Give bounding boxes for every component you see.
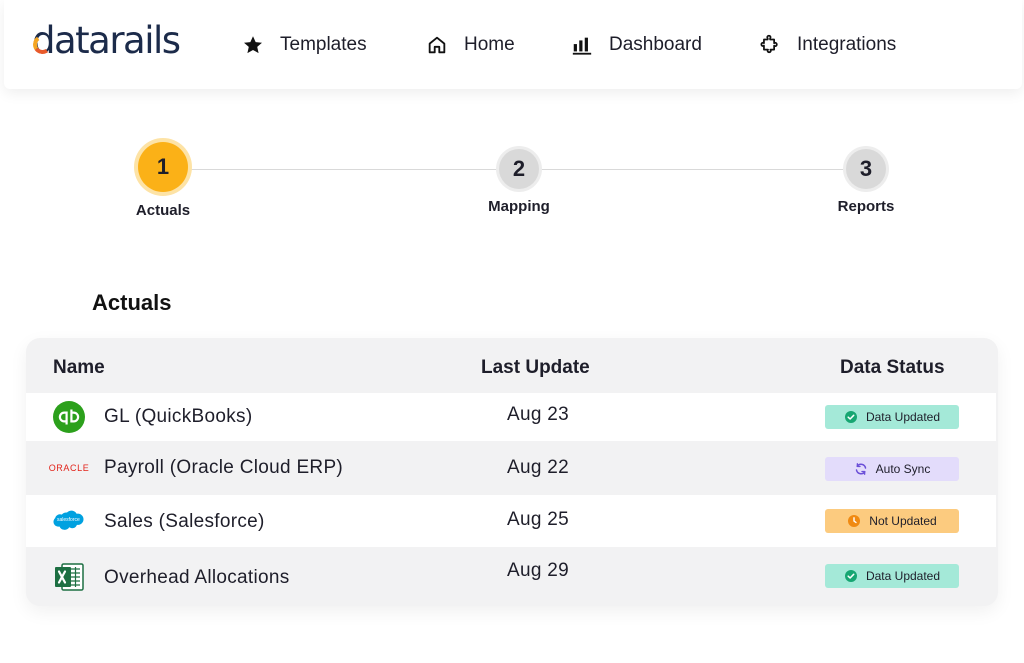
salesforce-logo: salesforce [53,509,87,533]
salesforce-logo-text: salesforce [57,517,80,523]
step-number-badge: 1 [138,142,188,192]
status-text: Not Updated [869,514,937,528]
progress-stepper: 1 Actuals 2 Mapping 3 Reports [0,140,1024,230]
table-row[interactable]: ORACLE Payroll (Oracle Cloud ERP) Aug 22… [26,441,996,495]
row-name: GL (QuickBooks) [104,406,253,427]
step-mapping[interactable]: 2 Mapping [474,149,564,215]
row-last-update: Aug 22 [507,457,570,478]
step-label: Actuals [135,202,191,219]
check-circle-icon [844,411,857,423]
oracle-logo: ORACLE [44,458,94,478]
table-header: Name Last Update Data Status [26,338,998,393]
status-badge[interactable]: Not Updated [825,509,959,533]
clock-icon [848,515,861,527]
status-text: Data Updated [865,569,941,583]
puzzle-icon [760,34,778,54]
table-row[interactable]: GL (QuickBooks) Aug 23 Data Updated [26,393,996,441]
logo-text: datarails [32,18,181,62]
row-name: Overhead Allocations [104,567,290,588]
status-text: Data Updated [865,410,941,424]
row-last-update: Aug 23 [507,404,570,425]
nav-integrations[interactable]: Integrations [759,30,896,60]
step-label: Reports [837,198,895,215]
status-badge[interactable]: Auto Sync [825,457,959,481]
nav-dashboard[interactable]: Dashboard [571,30,702,60]
quickbooks-logo [53,401,85,433]
top-navigation: datarails Templates Home Dashboard Integ… [4,0,1022,89]
step-label: Mapping [488,198,550,215]
table-row[interactable]: salesforce Sales (Salesforce) Aug 25 Not… [26,495,996,547]
nav-home-label: Home [464,34,515,55]
check-circle-icon [844,570,857,582]
nav-templates-label: Templates [280,34,367,55]
star-icon [244,36,262,54]
sync-icon [855,463,866,475]
nav-dashboard-label: Dashboard [609,34,702,55]
nav-home[interactable]: Home [426,30,515,60]
status-text: Auto Sync [875,462,931,476]
oracle-logo-text: ORACLE [48,463,90,473]
bar-chart-icon [572,37,592,55]
step-number-badge: 2 [499,149,539,189]
actuals-table: Name Last Update Data Status GL (QuickBo… [26,338,998,606]
excel-logo [53,561,85,593]
nav-integrations-label: Integrations [797,34,897,55]
section-title: Actuals [92,290,172,315]
row-name: Sales (Salesforce) [104,511,265,532]
step-actuals[interactable]: 1 Actuals [118,142,208,219]
nav-templates[interactable]: Templates [242,30,367,60]
table-row[interactable]: Overhead Allocations Aug 29 Data Updated [26,547,996,606]
home-icon [428,36,446,54]
datarails-logo[interactable]: datarails [31,18,181,62]
step-number-badge: 3 [846,149,886,189]
step-reports[interactable]: 3 Reports [821,149,911,215]
column-header-data-status[interactable]: Data Status [840,357,945,379]
column-header-name[interactable]: Name [53,357,105,379]
row-last-update: Aug 25 [507,509,570,530]
status-badge[interactable]: Data Updated [825,564,959,588]
column-header-last-update[interactable]: Last Update [481,357,590,379]
status-badge[interactable]: Data Updated [825,405,959,429]
row-last-update: Aug 29 [507,560,570,581]
row-name: Payroll (Oracle Cloud ERP) [104,457,344,478]
